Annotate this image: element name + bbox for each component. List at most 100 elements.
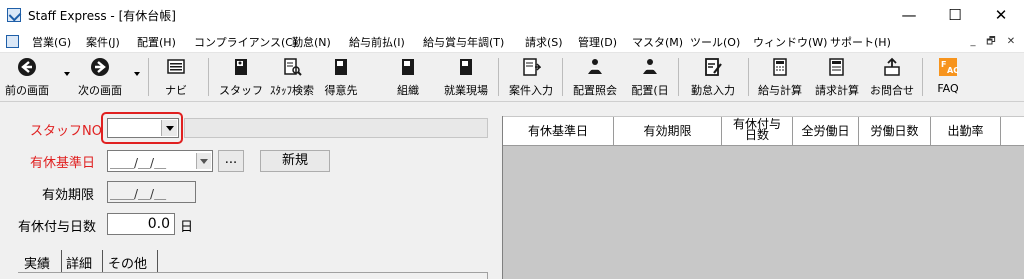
toolbar-separator (498, 58, 499, 96)
attendance-entry-icon (705, 58, 722, 76)
grant-days-value: 0.0 (147, 216, 170, 232)
grant-days-label: 有休付与日数 (18, 220, 97, 235)
menu-admin[interactable]: 管理(D) (578, 34, 617, 50)
billing-calc-button[interactable]: 請求計算 (808, 55, 866, 99)
svg-text:F: F (941, 60, 946, 69)
staff-no-label: スタッフNO (30, 124, 102, 139)
navi-label: ナビ (165, 84, 187, 97)
tab-details[interactable]: 詳細 (66, 253, 92, 272)
toolbar-separator (562, 58, 563, 96)
inquiry-button[interactable]: お問合せ (866, 55, 918, 99)
base-date-field[interactable]: ＿＿/＿/＿ (107, 150, 213, 172)
assignment-inquiry-button[interactable]: 配置照会 (566, 55, 624, 99)
col-header-attendance-rate[interactable]: 出勤率 (931, 117, 1001, 146)
assignment-daily-label: 配置(日 (631, 84, 669, 97)
days-unit-label: 日 (180, 220, 194, 235)
chevron-down-icon (166, 126, 174, 131)
expiry-value: ＿＿/＿/＿ (110, 187, 167, 201)
back-arrow-icon (18, 58, 36, 76)
toolbar-separator (148, 58, 149, 96)
menu-support[interactable]: サポート(H) (830, 34, 891, 50)
mdi-close-button[interactable]: ✕ (1004, 36, 1018, 48)
inquiry-label: お問合せ (870, 84, 914, 97)
assignment-daily-icon (643, 59, 657, 74)
attendance-entry-button[interactable]: 勤怠入力 (682, 55, 744, 99)
worksite-book-icon (460, 59, 472, 75)
toolbar-separator (922, 58, 923, 96)
organization-label: 組織 (397, 84, 419, 97)
window-title: Staff Express - [有休台帳] (28, 9, 176, 23)
staff-book-icon (235, 59, 247, 75)
attendance-entry-label: 勤怠入力 (691, 84, 735, 97)
payroll-calc-label: 給与計算 (758, 84, 802, 97)
minimize-button[interactable]: — (886, 0, 932, 31)
navi-button[interactable]: ナビ (156, 55, 196, 99)
client-label: 得意先 (324, 84, 358, 97)
staff-search-icon (284, 58, 302, 76)
tab-divider (157, 250, 158, 272)
staff-no-dropdown-button[interactable] (161, 120, 177, 136)
organization-book-icon (402, 59, 414, 75)
staff-name-display (184, 118, 488, 138)
payroll-calc-button[interactable]: 給与計算 (752, 55, 808, 99)
staff-search-button[interactable]: ｽﾀｯﾌ検索 (264, 55, 320, 99)
client-button[interactable]: 得意先 (320, 55, 362, 99)
forward-arrow-icon (91, 58, 109, 76)
forward-button[interactable]: 次の画面 (70, 55, 130, 99)
col-header-filler (1001, 117, 1024, 146)
menu-projects[interactable]: 案件(J) (86, 34, 120, 50)
new-button[interactable]: 新規 (260, 150, 330, 172)
client-book-icon (335, 59, 347, 75)
maximize-button[interactable]: ☐ (932, 0, 978, 31)
worksite-button[interactable]: 就業現場 (438, 55, 494, 99)
col-header-worked-days[interactable]: 労働日数 (859, 117, 931, 146)
menu-tools[interactable]: ツール(O) (690, 34, 740, 50)
ellipsis-button[interactable]: ... (218, 150, 244, 172)
staff-no-combo[interactable] (107, 118, 179, 138)
staff-button[interactable]: スタッフ (218, 55, 264, 99)
menu-payroll[interactable]: 給与賞与年調(T) (423, 34, 504, 50)
mdi-restore-button[interactable]: 🗗 (984, 36, 998, 48)
close-button[interactable]: ✕ (978, 0, 1024, 31)
menu-assignment[interactable]: 配置(H) (137, 34, 176, 50)
billing-calc-icon (829, 58, 844, 76)
mdi-minimize-button[interactable]: _ (966, 36, 980, 48)
base-date-value: ＿＿/＿/＿ (110, 156, 167, 170)
project-entry-button[interactable]: 案件入力 (502, 55, 560, 99)
forward-dropdown-arrow[interactable] (134, 72, 140, 76)
menu-window[interactable]: ウィンドウ(W) (753, 34, 827, 50)
payroll-calc-icon (773, 58, 787, 76)
menu-advance-pay[interactable]: 給与前払(I) (349, 34, 405, 50)
inquiry-icon (884, 57, 900, 76)
back-button[interactable]: 前の画面 (0, 55, 54, 99)
menu-master[interactable]: マスタ(M) (632, 34, 683, 50)
toolbar-separator (208, 58, 209, 96)
project-entry-icon (523, 58, 541, 76)
back-label: 前の画面 (5, 84, 49, 97)
project-entry-label: 案件入力 (509, 84, 553, 97)
toolbar-separator (678, 58, 679, 96)
faq-icon: FAQ (939, 58, 958, 76)
menu-attendance[interactable]: 勤怠(N) (292, 34, 331, 50)
tab-baseline (18, 272, 488, 273)
assignment-inquiry-icon (588, 59, 602, 74)
organization-button[interactable]: 組織 (388, 55, 428, 99)
tab-other[interactable]: その他 (108, 253, 147, 272)
col-header-expiry[interactable]: 有効期限 (614, 117, 722, 146)
faq-button[interactable]: F AQ FAQ (926, 55, 970, 99)
base-date-dropdown-button[interactable] (196, 153, 211, 169)
assignment-daily-button[interactable]: 配置(日 (626, 55, 674, 99)
menu-sales[interactable]: 営業(G) (32, 34, 71, 50)
col-header-total-workdays[interactable]: 全労働日 (793, 117, 859, 146)
document-icon[interactable] (6, 35, 19, 48)
grant-days-field[interactable]: 0.0 (107, 213, 175, 235)
staff-search-label: ｽﾀｯﾌ検索 (270, 84, 314, 97)
col-header-base-date[interactable]: 有休基準日 (503, 117, 614, 146)
chevron-down-icon (200, 159, 208, 164)
base-date-label: 有休基準日 (30, 156, 96, 171)
tab-results[interactable]: 実績 (24, 253, 50, 272)
menu-billing[interactable]: 請求(S) (525, 34, 563, 50)
assignment-inquiry-label: 配置照会 (573, 84, 617, 97)
col-header-grant-days[interactable]: 有休付与日数 (722, 117, 793, 146)
menu-compliance[interactable]: コンプライアンス(C) (194, 34, 297, 50)
